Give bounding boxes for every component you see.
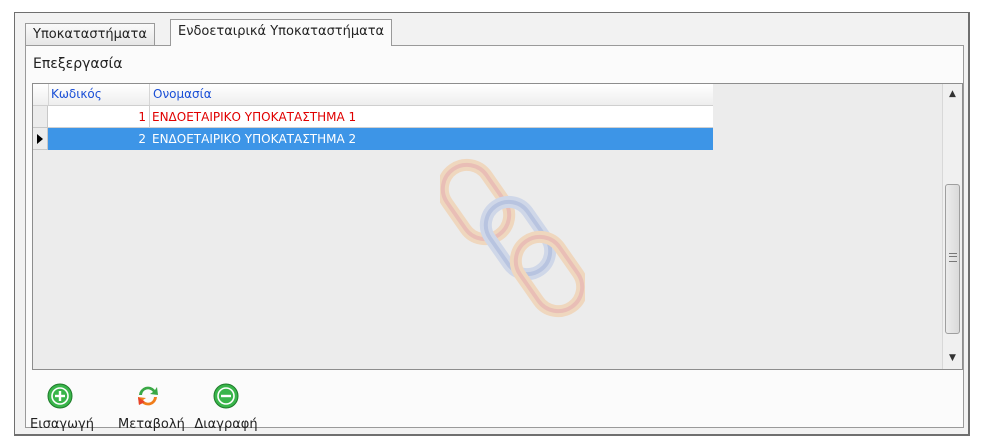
- tab-panel: Επεξεργασία Κωδικός Ονομασία 1 ΕΝΔΟΕΤΑΙΡ…: [25, 45, 964, 432]
- insert-button-label: Εισαγωγή: [30, 417, 94, 432]
- insert-button[interactable]: Εισαγωγή: [30, 383, 94, 432]
- current-row-arrow-icon: [37, 134, 43, 144]
- minus-circle-icon: [213, 383, 239, 409]
- table-row-selected[interactable]: 2 ΕΝΔΟΕΤΑΙΡΙΚΟ ΥΠΟΚΑΤΑΣΤΗΜΑ 2: [33, 128, 713, 150]
- cell-name[interactable]: ΕΝΔΟΕΤΑΙΡΙΚΟ ΥΠΟΚΑΤΑΣΤΗΜΑ 2: [150, 128, 713, 150]
- tab-branches[interactable]: Υποκαταστήματα: [25, 23, 155, 45]
- header-indicator-cell: [33, 84, 49, 105]
- section-title: Επεξεργασία: [33, 56, 123, 72]
- plus-circle-icon: [47, 383, 73, 409]
- cell-name[interactable]: ΕΝΔΟΕΤΑΙΡΙΚΟ ΥΠΟΚΑΤΑΣΤΗΜΑ 1: [150, 106, 713, 128]
- window-frame: Υποκαταστήματα Ενδοεταιρικά Υποκαταστήμα…: [14, 12, 970, 436]
- scrollbar-grip-icon: [949, 253, 957, 262]
- column-header-name[interactable]: Ονομασία: [150, 84, 713, 105]
- refresh-arrows-icon: [138, 386, 158, 406]
- cell-code[interactable]: 2: [48, 128, 150, 150]
- scroll-up-arrow-icon[interactable]: ▲: [943, 86, 962, 103]
- grid-header: Κωδικός Ονομασία: [33, 84, 713, 106]
- vertical-scrollbar[interactable]: ▲ ▼: [942, 84, 962, 369]
- row-indicator: [33, 128, 48, 150]
- row-indicator: [33, 106, 48, 128]
- delete-button-label: Διαγραφή: [194, 417, 258, 432]
- scrollbar-thumb[interactable]: [945, 184, 960, 334]
- chain-link-watermark-icon: [440, 158, 585, 318]
- modify-button-label: Μεταβολή: [118, 417, 185, 432]
- delete-button[interactable]: Διαγραφή: [193, 383, 259, 432]
- tab-intercompany-branches[interactable]: Ενδοεταιρικά Υποκαταστήματα: [170, 19, 393, 46]
- cell-code[interactable]: 1: [48, 106, 150, 128]
- scroll-down-arrow-icon[interactable]: ▼: [943, 350, 962, 367]
- column-header-code[interactable]: Κωδικός: [48, 84, 150, 105]
- table-row[interactable]: 1 ΕΝΔΟΕΤΑΙΡΙΚΟ ΥΠΟΚΑΤΑΣΤΗΜΑ 1: [33, 106, 713, 128]
- modify-button[interactable]: Μεταβολή: [118, 383, 185, 432]
- data-grid[interactable]: Κωδικός Ονομασία 1 ΕΝΔΟΕΤΑΙΡΙΚΟ ΥΠΟΚΑΤΑΣ…: [32, 83, 963, 370]
